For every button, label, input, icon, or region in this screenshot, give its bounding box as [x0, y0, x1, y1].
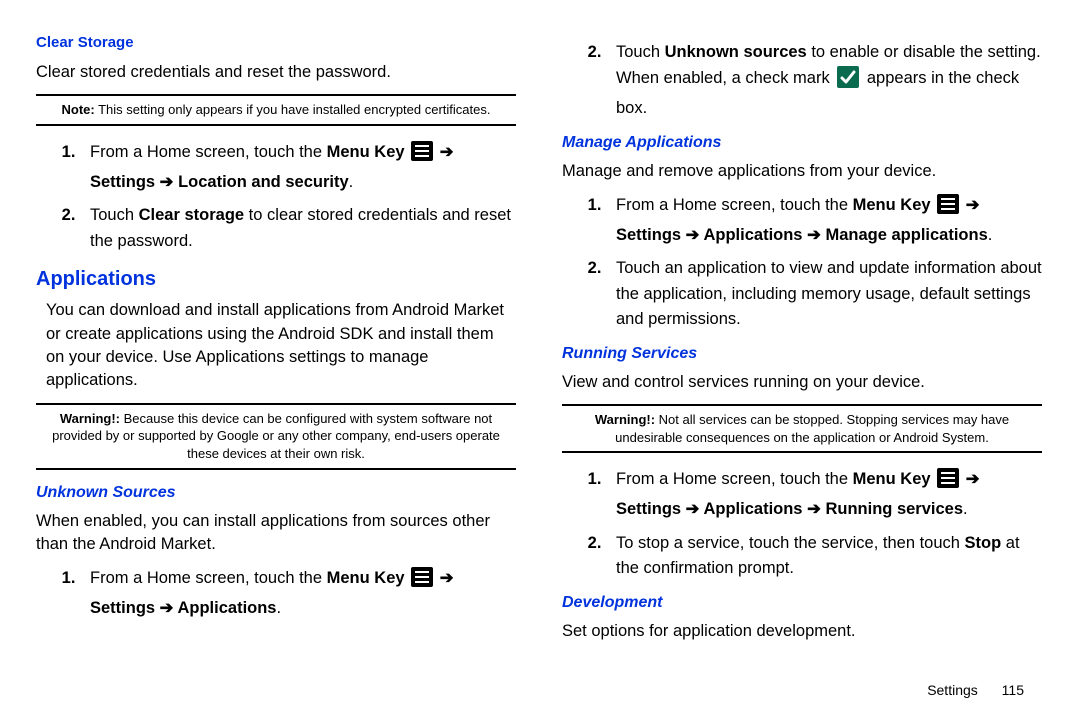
menu-key-icon [937, 468, 959, 497]
warning-box: Warning!: Not all services can be stoppe… [562, 404, 1042, 453]
text: . [988, 226, 993, 244]
left-column: Clear Storage Clear stored credentials a… [36, 34, 516, 653]
page-footer: Settings 115 [927, 682, 1024, 698]
heading-manage-applications: Manage Applications [562, 134, 1042, 152]
running-intro: View and control services running on you… [562, 371, 1042, 394]
text-bold: Settings [90, 599, 155, 617]
note-text: This setting only appears if you have in… [95, 102, 491, 117]
text-bold: Clear storage [139, 206, 244, 224]
heading-running-services: Running Services [562, 345, 1042, 363]
manage-steps: From a Home screen, touch the Menu Key ➔… [562, 193, 1042, 333]
unknown-sources-steps-cont: Touch Unknown sources to enable or disab… [562, 40, 1042, 122]
text: From a Home screen, touch the [616, 470, 853, 488]
applications-intro: You can download and install application… [46, 299, 516, 393]
arrow-icon: ➔ [440, 569, 454, 587]
text-bold: Menu Key [853, 470, 931, 488]
text: . [963, 500, 968, 518]
text: Touch [616, 43, 665, 61]
text-bold: Menu Key [853, 196, 931, 214]
text-bold: ➔ Applications ➔ Manage applications [681, 226, 988, 244]
text: From a Home screen, touch the [90, 143, 327, 161]
development-intro: Set options for application development. [562, 620, 1042, 643]
unknown-sources-steps: From a Home screen, touch the Menu Key ➔… [36, 566, 516, 621]
list-item: From a Home screen, touch the Menu Key ➔… [606, 193, 1042, 248]
list-item: Touch Clear storage to clear stored cred… [80, 203, 516, 254]
running-steps: From a Home screen, touch the Menu Key ➔… [562, 467, 1042, 581]
text-bold: Menu Key [327, 143, 405, 161]
clear-storage-steps: From a Home screen, touch the Menu Key ➔… [36, 140, 516, 254]
text: Touch [90, 206, 139, 224]
heading-applications: Applications [36, 268, 516, 291]
list-item: Touch an application to view and update … [606, 256, 1042, 333]
warn-label: Warning!: [60, 411, 120, 426]
list-item: From a Home screen, touch the Menu Key ➔… [80, 566, 516, 621]
warning-box: Warning!: Because this device can be con… [36, 403, 516, 470]
right-column: Touch Unknown sources to enable or disab… [562, 34, 1042, 653]
text: From a Home screen, touch the [90, 569, 327, 587]
text-bold: Settings [616, 226, 681, 244]
text-bold: ➔ Applications ➔ Running services [681, 500, 963, 518]
clear-storage-intro: Clear stored credentials and reset the p… [36, 61, 516, 84]
list-item: To stop a service, touch the service, th… [606, 531, 1042, 582]
text-bold: Menu Key [327, 569, 405, 587]
text-bold: Stop [965, 534, 1002, 552]
heading-clear-storage: Clear Storage [36, 34, 516, 51]
menu-key-icon [411, 567, 433, 596]
footer-page-number: 115 [1002, 682, 1024, 698]
text: . [276, 599, 281, 617]
warn-text: Because this device can be configured wi… [52, 411, 500, 461]
text-bold: ➔ Location and security [155, 173, 349, 191]
menu-key-icon [937, 194, 959, 223]
footer-section: Settings [927, 682, 978, 698]
warn-label: Warning!: [595, 412, 655, 427]
check-icon [837, 66, 859, 97]
arrow-icon: ➔ [440, 143, 454, 161]
text-bold: Settings [90, 173, 155, 191]
text-bold: Unknown sources [665, 43, 807, 61]
list-item: From a Home screen, touch the Menu Key ➔… [80, 140, 516, 195]
heading-unknown-sources: Unknown Sources [36, 484, 516, 502]
arrow-icon: ➔ [966, 196, 980, 214]
text: To stop a service, touch the service, th… [616, 534, 965, 552]
unknown-sources-intro: When enabled, you can install applicatio… [36, 510, 516, 557]
arrow-icon: ➔ [966, 470, 980, 488]
manage-intro: Manage and remove applications from your… [562, 160, 1042, 183]
text-bold: Settings [616, 500, 681, 518]
warn-text: Not all services can be stopped. Stoppin… [615, 412, 1009, 445]
text: From a Home screen, touch the [616, 196, 853, 214]
text-bold: ➔ Applications [155, 599, 276, 617]
list-item: From a Home screen, touch the Menu Key ➔… [606, 467, 1042, 522]
text: . [349, 173, 354, 191]
heading-development: Development [562, 594, 1042, 612]
note-box: Note: This setting only appears if you h… [36, 94, 516, 126]
list-item: Touch Unknown sources to enable or disab… [606, 40, 1042, 122]
note-label: Note: [62, 102, 95, 117]
menu-key-icon [411, 141, 433, 170]
